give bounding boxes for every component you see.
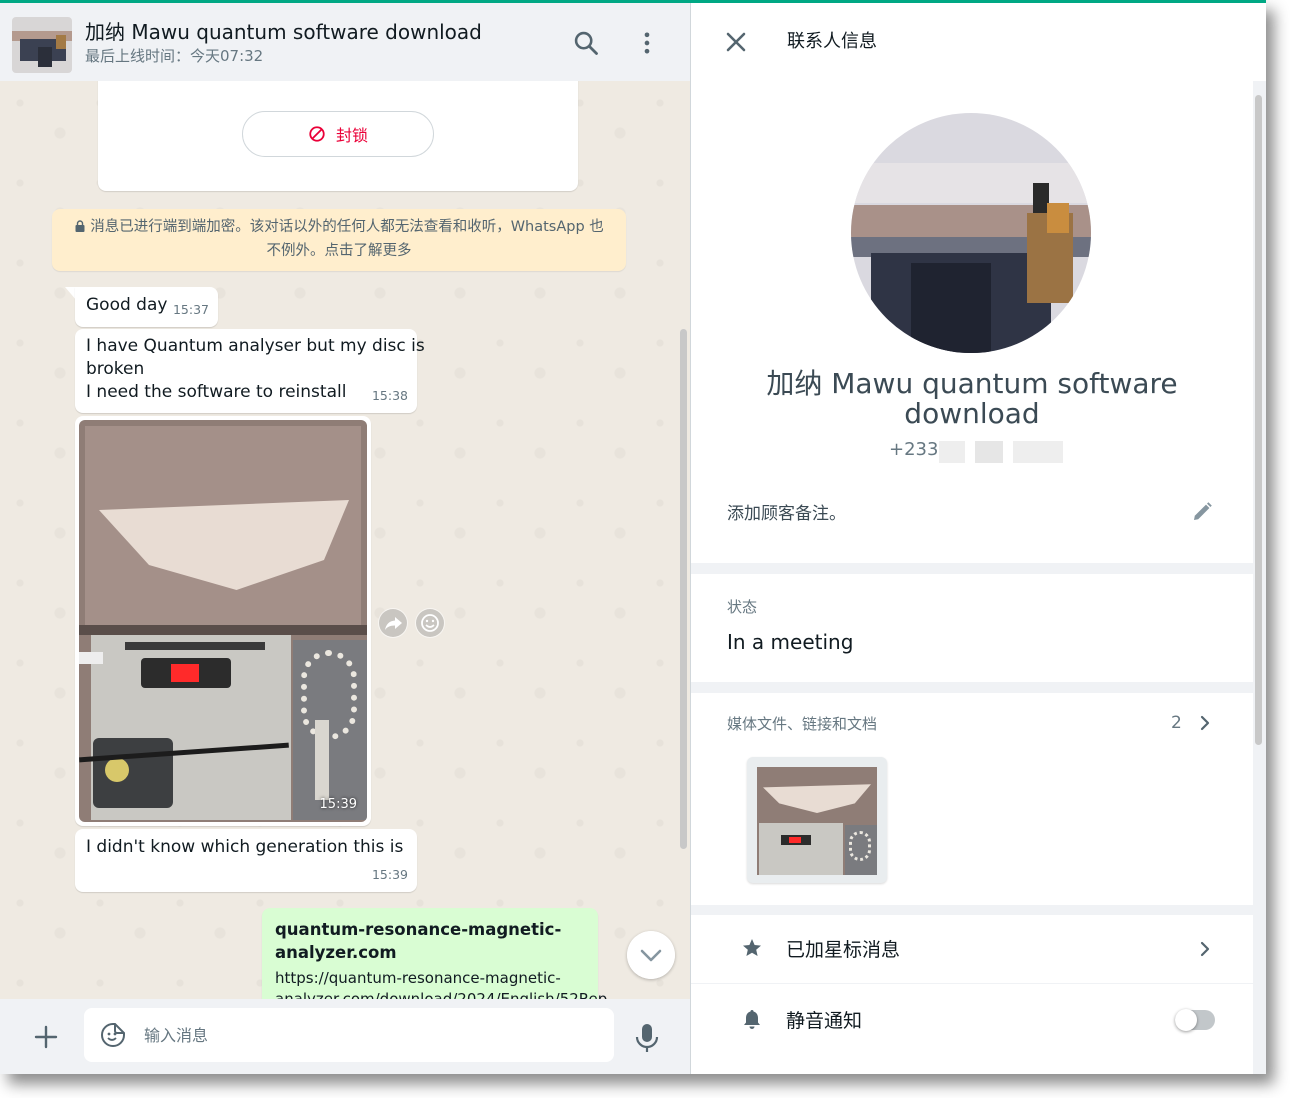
sticker-icon[interactable] — [100, 1022, 126, 1048]
message-time: 15:37 — [172, 302, 209, 317]
status-value: In a meeting — [727, 630, 854, 654]
mic-icon[interactable] — [632, 1021, 662, 1055]
mute-notifications-row[interactable]: 静音通知 — [691, 984, 1253, 1074]
lock-icon — [75, 220, 85, 232]
contact-info-panel: 联系人信息 加纳 Mawu quantum software download … — [690, 3, 1266, 1074]
chat-avatar[interactable] — [12, 17, 72, 73]
plus-icon[interactable] — [30, 1021, 62, 1053]
bell-icon — [744, 1010, 760, 1029]
chevron-down-icon[interactable] — [627, 931, 675, 979]
contact-panel-scroll-thumb[interactable] — [1255, 95, 1262, 745]
chat-title[interactable]: 加纳 Mawu quantum software download — [85, 16, 482, 45]
block-button[interactable]: 封锁 — [242, 111, 434, 157]
image-message-bubble[interactable]: 15:39 — [75, 416, 371, 826]
contact-name: 加纳 Mawu quantum software download — [766, 367, 1178, 430]
analyzer-photo[interactable]: 15:39 — [79, 420, 367, 822]
message-time: 15:39 — [319, 797, 357, 812]
message-text: Good day — [86, 295, 168, 315]
message-bubble[interactable]: Good day 15:37 — [75, 287, 218, 327]
encryption-notice[interactable]: 消息已进行端到端加密。该对话以外的任何人都无法查看和收听，WhatsApp 也不… — [52, 209, 626, 271]
starred-messages-row[interactable]: 已加星标消息 — [691, 915, 1253, 983]
contact-phone: +233 — [889, 439, 939, 460]
link-title[interactable]: quantum-resonance-magnetic-analyzer.com — [275, 918, 585, 964]
emoji-icon[interactable] — [415, 608, 445, 638]
media-label[interactable]: 媒体文件、链接和文档 — [727, 713, 877, 734]
media-section[interactable]: 媒体文件、链接和文档 2 — [691, 693, 1253, 905]
message-input-box[interactable] — [84, 1008, 614, 1062]
mute-toggle[interactable] — [1175, 1009, 1215, 1031]
contact-panel-scrollbar[interactable] — [1255, 85, 1263, 1070]
encryption-notice-text: 消息已进行端到端加密。该对话以外的任何人都无法查看和收听，WhatsApp 也不… — [90, 219, 604, 259]
status-label: 状态 — [727, 598, 758, 616]
analyzer-photo-thumbnail — [757, 767, 877, 875]
contact-info-title: 联系人信息 — [787, 31, 877, 52]
menu-icon[interactable] — [633, 29, 661, 57]
message-time: 15:38 — [371, 388, 408, 403]
forward-icon[interactable] — [378, 608, 408, 638]
mute-toggle-knob[interactable] — [1175, 1009, 1197, 1031]
message-list[interactable]: 封锁 消息已进行端到端加密。该对话以外的任何人都无法查看和收听，WhatsApp… — [0, 81, 690, 999]
outgoing-link-message[interactable]: quantum-resonance-magnetic-analyzer.com … — [262, 908, 622, 999]
chat-last-seen: 最后上线时间：今天07:32 — [85, 47, 264, 65]
chat-scroll-thumb[interactable] — [680, 329, 687, 849]
composer — [0, 999, 690, 1074]
profile-section: 加纳 Mawu quantum software download +233 添… — [691, 81, 1253, 563]
message-text-line: I have Quantum analyser but my disc is — [86, 336, 425, 356]
whatsapp-window: 加纳 Mawu quantum software download 最后上线时间… — [0, 0, 1266, 1074]
message-time: 15:39 — [371, 867, 408, 882]
message-text: I didn't know which generation this is — [86, 837, 404, 857]
message-bubble[interactable]: I have Quantum analyser but my disc is b… — [75, 329, 425, 413]
chat-pane: 加纳 Mawu quantum software download 最后上线时间… — [0, 3, 690, 1074]
message-text-line: I need the software to reinstall — [86, 382, 347, 402]
media-count: 2 — [1171, 713, 1182, 733]
media-thumbnail[interactable] — [747, 757, 887, 883]
block-label: 封锁 — [335, 126, 368, 145]
chat-scrollbar[interactable] — [680, 81, 688, 999]
pencil-icon[interactable] — [1191, 501, 1213, 523]
chat-header[interactable]: 加纳 Mawu quantum software download 最后上线时间… — [0, 3, 690, 81]
link-url[interactable]: https://quantum-resonance-magnetic- — [275, 968, 585, 989]
message-bubble[interactable]: I didn't know which generation this is 1… — [75, 829, 417, 892]
mute-notifications-label: 静音通知 — [786, 1010, 863, 1032]
contact-info-header: 联系人信息 — [691, 3, 1266, 81]
chevron-right-icon[interactable] — [1197, 939, 1213, 959]
close-icon[interactable] — [725, 31, 747, 53]
customer-note-label[interactable]: 添加顾客备注。 — [727, 499, 846, 524]
status-section: 状态 In a meeting — [691, 574, 1253, 682]
link-url-continued[interactable]: analyzer.com/download/2024/English/52Rep… — [275, 989, 622, 999]
block-card: 封锁 — [98, 81, 578, 191]
phone-number-redaction — [939, 441, 1063, 463]
block-icon — [309, 126, 325, 142]
star-icon — [743, 939, 761, 956]
profile-avatar[interactable] — [851, 113, 1091, 353]
search-icon[interactable] — [572, 29, 600, 57]
chevron-right-icon[interactable] — [1197, 713, 1213, 733]
message-input[interactable] — [144, 1018, 604, 1052]
message-text-line: broken — [86, 359, 145, 379]
starred-messages-label[interactable]: 已加星标消息 — [786, 935, 900, 962]
